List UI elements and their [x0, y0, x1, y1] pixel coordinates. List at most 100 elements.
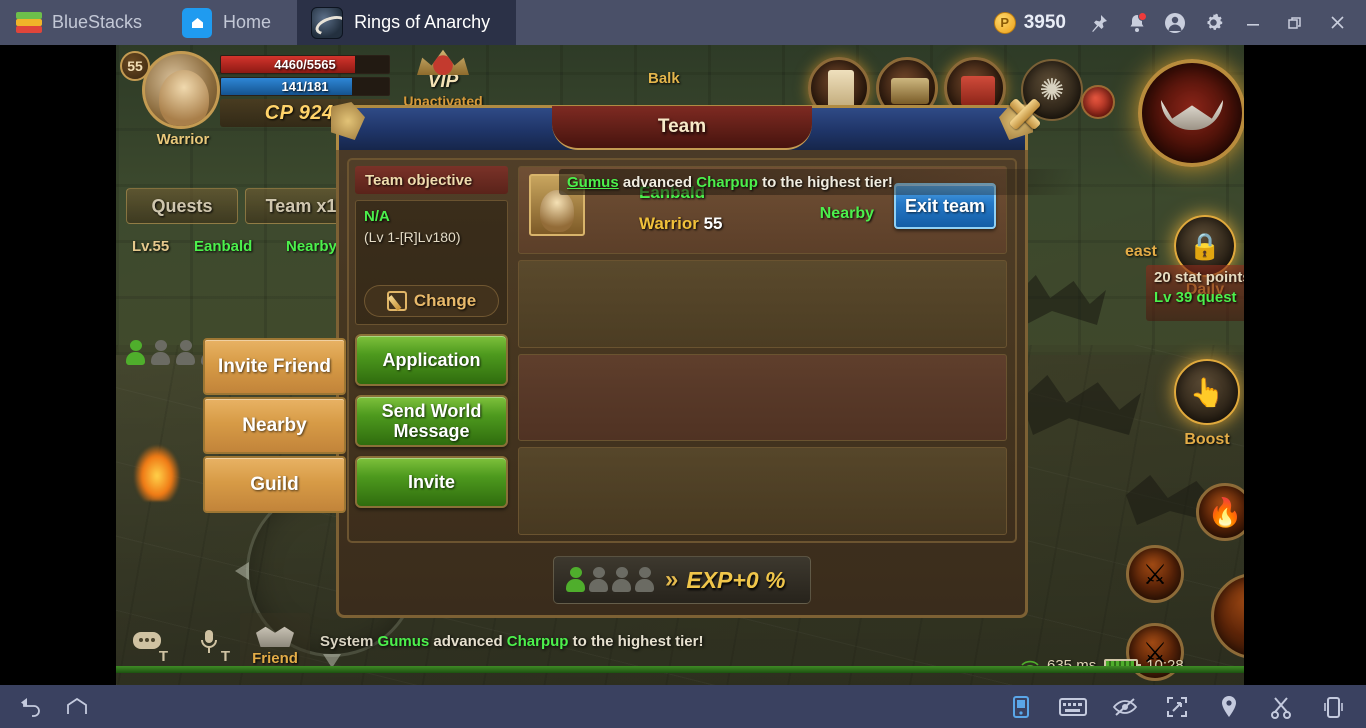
guild-menu-item[interactable]: Guild — [203, 456, 346, 513]
fullscreen-icon[interactable] — [1154, 685, 1200, 728]
joystick-left-arrow-icon — [235, 562, 249, 580]
chat-tail: to the highest tier! — [568, 632, 704, 650]
scissors-icon[interactable] — [1258, 685, 1304, 728]
friend-button[interactable]: Friend — [240, 613, 310, 671]
invite-friend-menu-item[interactable]: Invite Friend — [203, 338, 346, 395]
party-slot-empty — [176, 340, 196, 366]
keyboard-icon[interactable] — [1050, 685, 1096, 728]
nearby-menu-item[interactable]: Nearby — [203, 397, 346, 454]
tab-divider — [276, 0, 298, 45]
chat-message-line1: System Gumus advanced Charpup to the hig… — [320, 631, 703, 654]
game-viewport[interactable]: 55 Warrior 4460/5565 141/181 CP 9244 VIP… — [116, 45, 1244, 685]
text-chat-icon[interactable]: T — [116, 613, 178, 671]
bluestacks-logo-icon — [16, 11, 42, 34]
chat-bar: T T Friend System Gumus advanced Charpup… — [116, 611, 1244, 673]
team-dialog-header: Team — [336, 97, 1042, 153]
page-title: Team — [657, 116, 707, 137]
member-class: Warrior 55 — [639, 214, 722, 234]
tab-rings-of-anarchy[interactable]: Rings of Anarchy — [297, 0, 517, 45]
skill-triple-strike-icon[interactable]: ⚔ — [1126, 545, 1184, 603]
feast-label: east — [1124, 243, 1158, 260]
tab-rings-of-anarchy-label: Rings of Anarchy — [354, 12, 491, 32]
exp-bonus-label: EXP+0 % — [686, 566, 786, 593]
team-objective-value: N/A — [364, 208, 390, 225]
exp-progress-bar — [116, 666, 1244, 673]
bell-icon[interactable] — [1120, 6, 1154, 40]
member-proximity: Nearby — [819, 205, 874, 222]
tab-divider — [147, 0, 169, 45]
team-member-row-empty[interactable] — [518, 447, 1007, 535]
team-dialog-content: Team objective N/A (Lv 1-[R]Lv180) Chang… — [347, 158, 1079, 543]
quests-button[interactable]: Quests — [126, 188, 238, 224]
potion-orb-icon[interactable] — [1081, 85, 1115, 119]
party-slot-empty — [151, 340, 171, 366]
toast-player-name: Gumus — [567, 173, 619, 191]
crown-icon — [417, 49, 469, 75]
points-amount: 3950 — [1023, 11, 1066, 33]
entity-level-label: Lv.55 — [132, 238, 170, 255]
tab-home[interactable]: Home — [168, 0, 298, 45]
home-icon[interactable] — [54, 685, 100, 728]
tilt-icon[interactable] — [998, 685, 1044, 728]
invite-source-menu: Invite Friend Nearby Guild — [203, 338, 346, 515]
application-button[interactable]: Application — [355, 334, 508, 386]
close-button[interactable] — [1318, 0, 1356, 45]
player-class-label: Warrior — [156, 131, 210, 148]
team-member-row-empty[interactable] — [518, 353, 1007, 442]
home-icon — [182, 7, 213, 38]
pin-icon[interactable] — [1082, 6, 1116, 40]
tab-home-label: Home — [223, 12, 272, 32]
game-app-icon — [311, 6, 344, 39]
exp-slot-empty — [635, 567, 655, 593]
team-exp-footer: » EXP+0 % — [347, 550, 1017, 610]
vip-status[interactable]: VIP Unactivated — [388, 47, 498, 109]
location-icon[interactable] — [1206, 685, 1252, 728]
bluestacks-titlebar: BlueStacks Home Rings of Anarchy P 3950 — [0, 0, 1366, 45]
member-class-label: Warrior — [639, 214, 699, 233]
scene-torch — [134, 445, 180, 501]
system-toast: Gumus advanced Charpup to the highest ti… — [559, 169, 1079, 195]
change-objective-button[interactable]: Change — [364, 285, 499, 317]
invite-button[interactable]: Invite — [355, 456, 508, 508]
stat-points-label: 20 stat points — [1154, 269, 1244, 286]
exp-member-dots — [566, 567, 655, 593]
shake-icon[interactable] — [1310, 685, 1356, 728]
minimize-button[interactable] — [1234, 0, 1272, 45]
team-objective-column: Team objective N/A (Lv 1-[R]Lv180) Chang… — [349, 160, 514, 541]
friend-label: Friend — [252, 650, 298, 667]
guild-emblem-icon[interactable] — [1138, 59, 1244, 167]
toast-mid: advanced — [618, 173, 697, 191]
health-bar: 4460/5565 — [220, 55, 390, 74]
team-dialog-title-plate: Team — [552, 106, 812, 150]
account-icon[interactable] — [1158, 6, 1192, 40]
boost-label: Boost — [1184, 431, 1230, 448]
eye-off-icon[interactable] — [1102, 685, 1148, 728]
team-objective-range: (Lv 1-[R]Lv180) — [364, 229, 461, 245]
notification-badge — [1138, 11, 1147, 21]
toast-highlight: Charpup — [696, 173, 758, 191]
bluestacks-bottombar — [0, 685, 1366, 728]
close-icon[interactable] — [1003, 92, 1047, 136]
boost-icon[interactable]: 👆 — [1174, 359, 1240, 425]
voice-chat-icon[interactable]: T — [178, 613, 240, 671]
chat-messages[interactable]: System Gumus advanced Charpup to the hig… — [320, 631, 703, 654]
quest-level-label: Lv 39 quest — [1154, 289, 1237, 306]
bluestacks-window: BlueStacks Home Rings of Anarchy P 3950 — [0, 0, 1366, 728]
team-dialog-body: Team objective N/A (Lv 1-[R]Lv180) Chang… — [336, 150, 1079, 618]
back-icon[interactable] — [8, 685, 54, 728]
points-coin-icon: P — [993, 11, 1016, 34]
start-ac-label: Start A.C. — [1240, 431, 1244, 449]
player-portrait[interactable] — [142, 51, 220, 129]
send-world-message-button[interactable]: Send World Message — [355, 395, 508, 447]
toast-tail: to the highest tier! — [757, 173, 893, 191]
stat-points-panel[interactable]: 20 stat points Lv 39 quest — [1146, 265, 1244, 321]
bottombar-left — [0, 685, 100, 728]
exp-bonus-plate: » EXP+0 % — [553, 556, 811, 604]
team-member-row-empty[interactable] — [518, 259, 1007, 348]
gear-icon[interactable] — [1196, 6, 1230, 40]
restore-button[interactable] — [1276, 0, 1314, 45]
chat-system-tag: System — [320, 632, 374, 650]
team-member-row[interactable]: Eanbald Warrior 55 Nearby Exit team Gumu… — [518, 166, 1079, 254]
points-display[interactable]: P 3950 — [993, 11, 1066, 34]
exp-slot-empty — [612, 567, 632, 593]
